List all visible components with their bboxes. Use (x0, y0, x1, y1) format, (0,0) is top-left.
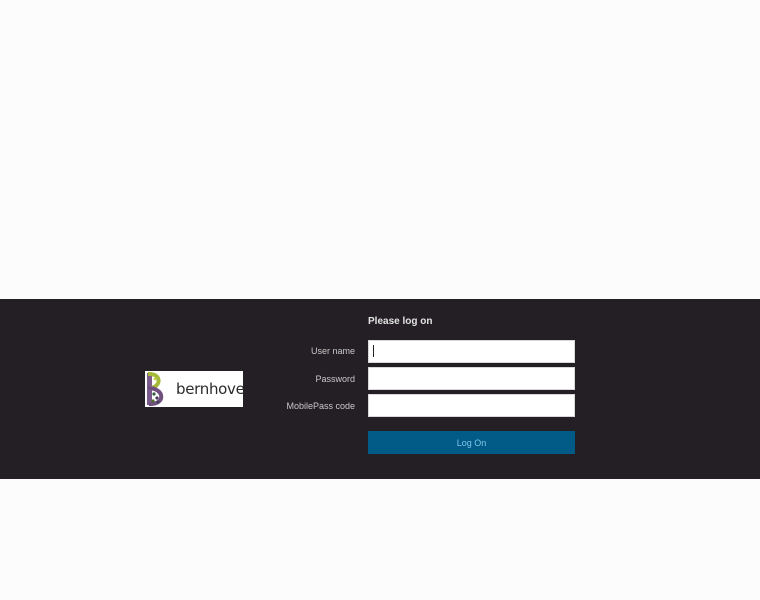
page: bernhoven Please log on User name Passwo… (0, 0, 760, 600)
text-cursor (373, 345, 374, 357)
username-label: User name (310, 346, 355, 356)
username-input[interactable] (368, 340, 575, 363)
form-title: Please log on (368, 316, 433, 327)
mobilepass-input[interactable] (368, 394, 575, 417)
mobilepass-label: MobilePass code (286, 401, 355, 411)
password-input[interactable] (368, 367, 575, 390)
login-panel: bernhoven Please log on User name Passwo… (0, 299, 760, 479)
password-label: Password (315, 374, 355, 384)
logo-wordmark: bernhoven (176, 379, 243, 398)
log-on-button[interactable]: Log On (368, 431, 575, 454)
stylized-letter-b-logo-icon (147, 372, 164, 406)
company-logo: bernhoven (145, 371, 243, 407)
